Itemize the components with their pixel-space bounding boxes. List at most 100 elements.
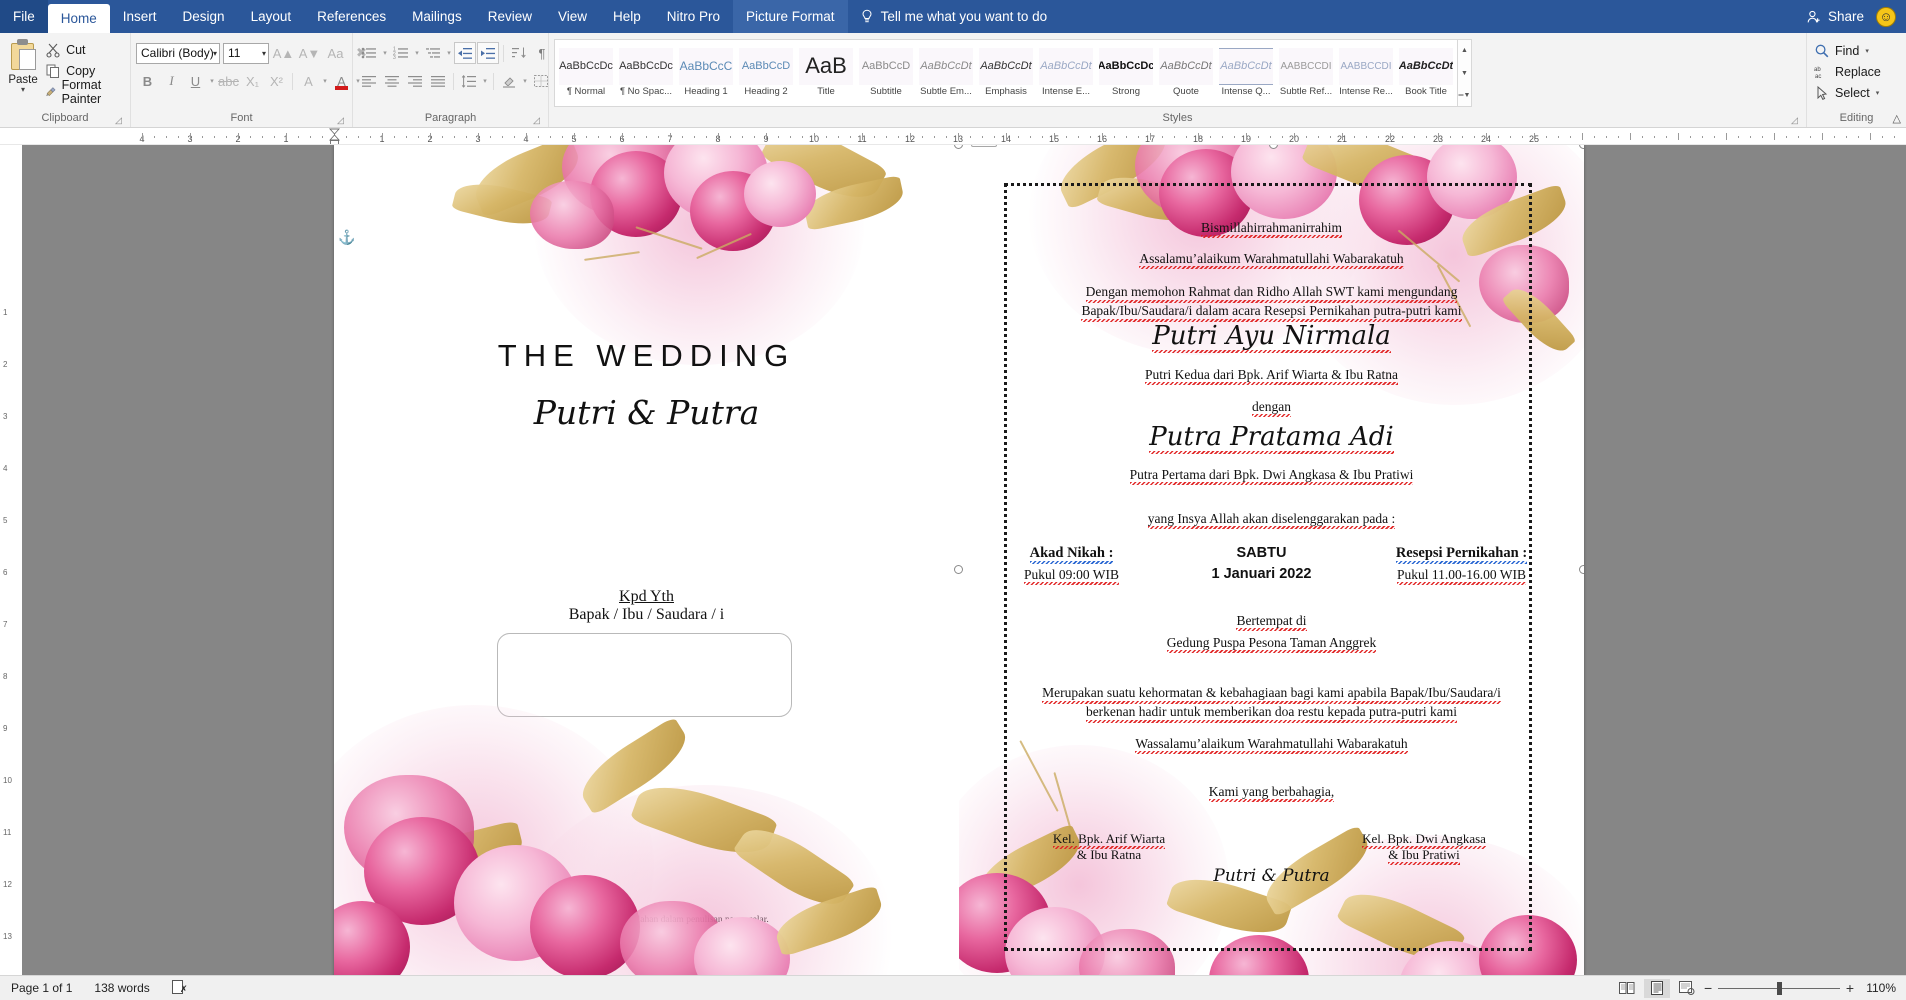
numbering-icon[interactable]: 123 [390,42,412,64]
increase-indent-icon[interactable] [477,42,499,64]
document-page[interactable]: THE WEDDING Putri & Putra Kpd Yth Bapak … [334,145,1584,975]
tab-insert[interactable]: Insert [110,0,170,33]
styles-more-icon[interactable]: ═▼ [1458,85,1471,106]
font-color-icon[interactable]: A [330,70,353,92]
paste-button[interactable]: Paste ▾ [5,37,41,94]
styles-scroll-up-icon[interactable]: ▲ [1458,40,1471,61]
style-item-book-title[interactable]: AaBbCcDt Book Title [1397,42,1455,104]
format-painter-button[interactable]: Format Painter [41,78,125,106]
zoom-level[interactable]: 110% [1858,981,1896,995]
decrease-indent-icon[interactable] [454,42,476,64]
italic-icon[interactable]: I [160,70,183,92]
style-item-emphasis[interactable]: AaBbCcDt Emphasis [977,42,1035,104]
find-caret-icon[interactable]: ▾ [1865,47,1869,55]
line-spacing-icon[interactable] [458,70,480,92]
paste-dropdown-caret-icon[interactable]: ▾ [21,86,25,94]
read-mode-button[interactable] [1614,979,1640,998]
change-case-icon[interactable]: Aa [324,42,347,64]
web-layout-button[interactable] [1674,979,1700,998]
proofing-status-icon[interactable]: ✗ [161,979,198,997]
bold-icon[interactable]: B [136,70,159,92]
shrink-font-icon[interactable]: A▼ [298,42,321,64]
underline-icon[interactable]: U [184,70,207,92]
tab-file[interactable]: File [0,0,48,33]
strikethrough-icon[interactable]: abc [217,70,240,92]
select-caret-icon[interactable]: ▾ [1876,89,1880,97]
zoom-track[interactable] [1718,981,1840,995]
style-item-subtitle[interactable]: AaBbCcD Subtitle [857,42,915,104]
subscript-icon[interactable]: X₁ [241,70,264,92]
zoom-slider[interactable]: − + [1704,981,1854,995]
ruler-mark [754,136,755,138]
replace-button[interactable]: ab ac Replace [1812,61,1883,82]
style-item-quote[interactable]: AaBbCcDt Quote [1157,42,1215,104]
style-item-subtle-emphasis[interactable]: AaBbCcDt Subtle Em... [917,42,975,104]
tab-help[interactable]: Help [600,0,654,33]
styles-scroll-down-icon[interactable]: ▼ [1458,63,1471,84]
indent-marker[interactable] [328,128,341,144]
font-name-combo[interactable]: Calibri (Body) ▾ [136,42,220,64]
style-item-intense-emphasis[interactable]: AaBbCcDt Intense E... [1037,42,1095,104]
recipient-name-box[interactable] [497,633,792,717]
style-item-strong[interactable]: AaBbCcDc Strong [1097,42,1155,104]
tab-references[interactable]: References [304,0,399,33]
tab-layout[interactable]: Layout [238,0,305,33]
style-item-heading-2[interactable]: AaBbCcD Heading 2 [737,42,795,104]
bullets-caret-icon[interactable]: ▾ [381,49,389,57]
tab-design[interactable]: Design [170,0,238,33]
align-right-icon[interactable] [404,70,426,92]
font-size-combo[interactable]: 11 ▾ [223,42,269,64]
multilevel-caret-icon[interactable]: ▾ [445,49,453,57]
tell-me-box[interactable]: Tell me what you want to do [848,0,1060,33]
justify-icon[interactable] [427,70,449,92]
styles-scroll-buttons[interactable]: ▲ ▼ ═▼ [1458,39,1472,107]
collapse-ribbon-icon[interactable]: △ [1893,112,1901,125]
tab-mailings[interactable]: Mailings [399,0,475,33]
print-layout-button[interactable] [1644,978,1670,998]
align-center-icon[interactable] [381,70,403,92]
style-item-heading-1[interactable]: AaBbCcC Heading 1 [677,42,735,104]
grow-font-icon[interactable]: A▲ [272,42,295,64]
tab-nitro-pro[interactable]: Nitro Pro [654,0,733,33]
styles-dialog-launcher[interactable]: ◿ [1790,116,1799,125]
superscript-icon[interactable]: X² [265,70,288,92]
page-indicator[interactable]: Page 1 of 1 [0,981,83,995]
style-item-title[interactable]: AaB Title [797,42,855,104]
style-item-no-spacing[interactable]: AaBbCcDc ¶ No Spac... [617,42,675,104]
share-button[interactable]: Share [1806,9,1864,25]
horizontal-ruler[interactable]: 4321123456789101112131415161718192021222… [0,128,1906,145]
paragraph-dialog-launcher[interactable]: ◿ [532,116,541,125]
line-spacing-caret-icon[interactable]: ▾ [481,77,489,85]
underline-dropdown-caret-icon[interactable]: ▾ [208,77,216,85]
zoom-thumb[interactable] [1776,981,1782,995]
clipboard-dialog-launcher[interactable]: ◿ [114,116,123,125]
styles-gallery[interactable]: AaBbCcDc ¶ Normal AaBbCcDc ¶ No Spac... Aa… [554,39,1458,107]
font-dialog-launcher[interactable]: ◿ [336,116,345,125]
text-effects-icon[interactable]: A [297,70,320,92]
sort-icon[interactable] [508,42,530,64]
tab-picture-format[interactable]: Picture Format [733,0,848,33]
style-item-intense-quote[interactable]: AaBbCcDt Intense Q... [1217,42,1275,104]
zoom-out-icon[interactable]: − [1704,981,1712,995]
tab-view[interactable]: View [545,0,600,33]
find-button[interactable]: Find ▾ [1812,40,1871,61]
tab-review[interactable]: Review [475,0,545,33]
feedback-smiley-icon[interactable]: ☺ [1876,6,1896,27]
select-button[interactable]: Select ▾ [1812,82,1881,103]
layout-options-button[interactable] [971,145,997,147]
bullets-icon[interactable] [358,42,380,64]
word-count[interactable]: 138 words [83,981,160,995]
style-item-intense-reference[interactable]: AABBCCDI Intense Re... [1337,42,1395,104]
document-workspace[interactable]: 12345678910111213141516 THE WEDDING Putr… [0,145,1906,975]
text-effects-caret-icon[interactable]: ▾ [321,77,329,85]
cut-button[interactable]: Cut [41,39,125,60]
shading-caret-icon[interactable]: ▾ [521,77,529,85]
style-item-normal[interactable]: AaBbCcDc ¶ Normal [557,42,615,104]
tab-home[interactable]: Home [47,4,110,33]
numbering-caret-icon[interactable]: ▾ [413,49,421,57]
align-left-icon[interactable] [358,70,380,92]
zoom-in-icon[interactable]: + [1846,981,1854,995]
style-item-subtle-reference[interactable]: AABBCCDI Subtle Ref... [1277,42,1335,104]
multilevel-list-icon[interactable] [422,42,444,64]
shading-icon[interactable] [498,70,520,92]
